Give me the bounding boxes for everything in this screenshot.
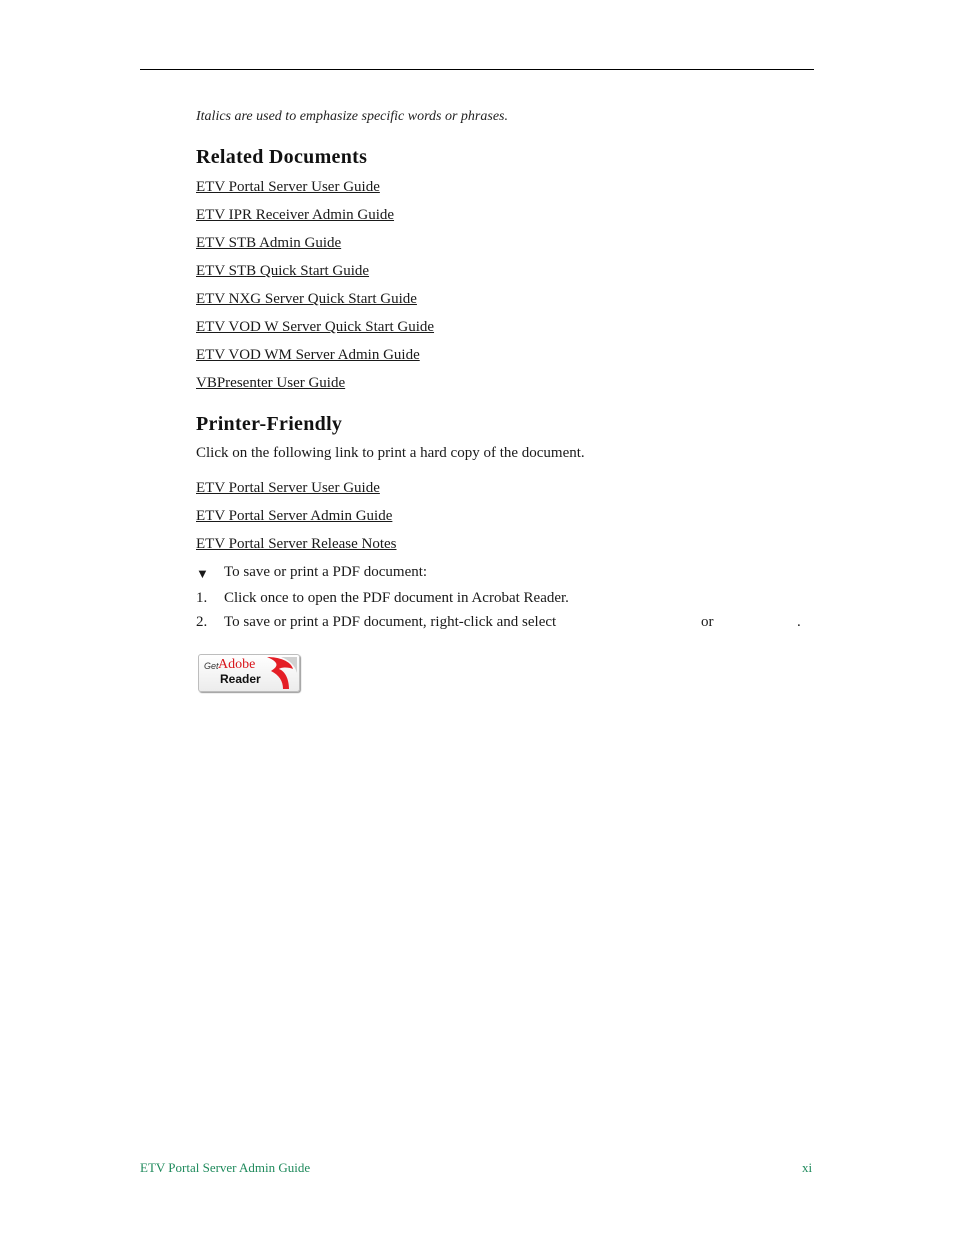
- related-link[interactable]: ETV VOD W Server Quick Start Guide: [196, 319, 434, 336]
- adobe-get-text: Get: [204, 661, 219, 671]
- get-adobe-reader-button[interactable]: Get Adobe Reader: [198, 654, 300, 692]
- related-link[interactable]: ETV STB Quick Start Guide: [196, 263, 369, 280]
- step-end-period: .: [797, 614, 801, 630]
- adobe-brand-text: Adobe: [218, 657, 256, 672]
- step-number: 2.: [196, 614, 208, 630]
- related-link[interactable]: ETV VOD WM Server Admin Guide: [196, 347, 420, 364]
- printer-link[interactable]: ETV Portal Server Admin Guide: [196, 508, 392, 525]
- printer-link[interactable]: ETV Portal Server User Guide: [196, 480, 380, 497]
- step-text: Click once to open the PDF document in A…: [224, 590, 569, 606]
- header-rule: [140, 69, 814, 70]
- related-link[interactable]: ETV IPR Receiver Admin Guide: [196, 207, 394, 224]
- footer-document-title: ETV Portal Server Admin Guide: [140, 1160, 311, 1175]
- step-or-text: or: [701, 614, 714, 630]
- related-link[interactable]: VBPresenter User Guide: [196, 375, 345, 392]
- related-documents-heading: Related Documents: [196, 146, 368, 168]
- step-number: 1.: [196, 590, 208, 606]
- procedure-triangle-icon: ▼: [196, 566, 209, 581]
- italic-note: Italics are used to emphasize specific w…: [196, 109, 508, 124]
- step-text: To save or print a PDF document, right-c…: [224, 614, 557, 630]
- printer-description: Click on the following link to print a h…: [196, 445, 585, 461]
- footer-page-number: xi: [802, 1160, 813, 1175]
- procedure-title: To save or print a PDF document:: [224, 564, 428, 580]
- adobe-reader-logo-icon: [267, 657, 297, 689]
- adobe-reader-text: Reader: [220, 672, 261, 686]
- printer-link[interactable]: ETV Portal Server Release Notes: [196, 536, 397, 553]
- related-link[interactable]: ETV Portal Server User Guide: [196, 179, 380, 196]
- related-link[interactable]: ETV NXG Server Quick Start Guide: [196, 291, 417, 308]
- printer-friendly-heading: Printer-Friendly: [196, 413, 343, 435]
- related-link[interactable]: ETV STB Admin Guide: [196, 235, 341, 252]
